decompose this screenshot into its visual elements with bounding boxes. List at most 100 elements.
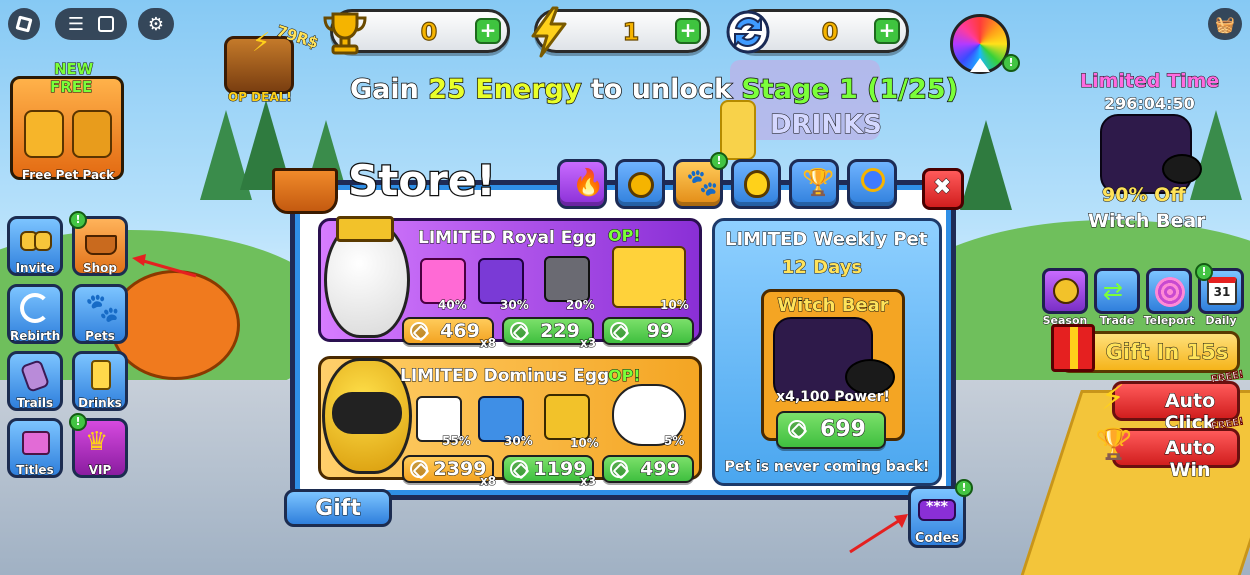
shop-notification-badge: ! xyxy=(69,211,87,229)
gift-button-label: Gift xyxy=(315,496,362,522)
codes-label: Codes xyxy=(914,531,960,547)
pets-button[interactable]: 🐾 Pets xyxy=(72,284,128,344)
invite-button[interactable]: Invite xyxy=(7,216,63,276)
store-close-button[interactable]: ✖ xyxy=(922,168,964,210)
backpack-button[interactable]: 🧺 xyxy=(1208,8,1242,40)
op-deal-label: OP DEAL! xyxy=(228,90,293,105)
invite-label: Invite xyxy=(15,261,55,276)
dominus-pet-3-chance: 10% xyxy=(570,436,600,451)
store-title: Store! xyxy=(347,155,497,207)
red-arrow-shop xyxy=(132,254,197,278)
auto-click-button[interactable]: ⚡ Auto Click FREE! xyxy=(1101,369,1245,435)
dominus-pet-2-chance: 30% xyxy=(504,434,534,449)
trophies-counter: 0 + xyxy=(323,9,510,55)
objective-middle: to unlock xyxy=(581,73,742,106)
rebirth-button[interactable]: Rebirth xyxy=(7,284,63,344)
calendar-day: 31 xyxy=(1213,285,1231,299)
add-trophies-button[interactable]: + xyxy=(475,18,501,44)
dominus-egg-price-x1[interactable]: 499 xyxy=(602,455,694,483)
paw-tab[interactable]: 🐾! xyxy=(673,152,728,209)
daily-label: Daily xyxy=(1205,314,1237,328)
ribbon-tab[interactable] xyxy=(847,159,897,209)
codes-notification-badge: ! xyxy=(955,479,973,497)
royal-egg-mult-x8: x8 xyxy=(479,336,497,351)
teleport-label: Teleport xyxy=(1143,314,1195,328)
weekly-pet-price-button[interactable]: 699 xyxy=(776,411,886,449)
gift-box-icon xyxy=(1051,324,1095,372)
trophy-tab[interactable]: 🏆 xyxy=(789,159,839,209)
objective-banner: Gain 25 Energy to unlock Stage 1 (1/25) xyxy=(349,73,959,106)
dominus-pet-1-chance: 55% xyxy=(442,434,472,449)
lightning-icon: ⚡ xyxy=(252,28,271,58)
add-rebirths-button[interactable]: + xyxy=(874,18,900,44)
dominus-egg-mask-icon xyxy=(332,392,402,434)
hamburger-menu-icon[interactable]: ☰ xyxy=(68,14,84,35)
royal-egg-op-label: OP! xyxy=(608,226,642,246)
store-basket-icon xyxy=(272,168,338,214)
red-arrow-codes xyxy=(849,514,908,554)
free-pet-pack-button[interactable]: NEW FREE Free Pet Pack xyxy=(10,60,124,186)
royal-pet-3 xyxy=(544,256,590,302)
energy-value: 1 xyxy=(622,17,640,46)
trails-button[interactable]: Trails xyxy=(7,351,63,411)
royal-egg-title: LIMITED Royal Egg xyxy=(418,228,598,249)
pets-label: Pets xyxy=(85,329,116,344)
fire-tab[interactable]: 🔥 xyxy=(557,159,607,209)
dominus-egg-title: LIMITED Dominus Egg xyxy=(399,366,610,387)
rebirth-icon xyxy=(20,293,52,325)
rebirths-value: 0 xyxy=(821,17,839,46)
invite-icon xyxy=(20,225,52,257)
daily-button[interactable]: 31 Daily ! xyxy=(1195,263,1244,328)
royal-pet-1-chance: 40% xyxy=(438,298,468,313)
gift-timer-button[interactable]: Gift In 15s xyxy=(1051,324,1240,373)
color-wheel-button[interactable]: ! xyxy=(950,14,1020,76)
trade-button[interactable]: ⇄ Trade xyxy=(1094,268,1140,328)
ribbon-tab-icon xyxy=(861,168,885,192)
weekly-pet-footer: Pet is never coming back! xyxy=(724,459,930,476)
royal-egg-price-x1-value: 99 xyxy=(646,320,674,343)
drinks-label: Drinks xyxy=(78,396,123,411)
weekly-pet-name: Witch Bear xyxy=(777,295,889,317)
crown-icon: ♛ xyxy=(85,427,109,457)
potion-tab[interactable] xyxy=(731,159,781,209)
notification-badge: ! xyxy=(1002,54,1020,72)
trophy-icon: 🏆 xyxy=(1095,427,1133,462)
shop-button[interactable]: Shop ! xyxy=(69,211,128,276)
settings-button[interactable]: ⚙ xyxy=(138,8,174,40)
pet-face-icon xyxy=(72,110,112,158)
auto-win-button[interactable]: 🏆 Auto Win FREE! xyxy=(1095,416,1245,482)
potion-tab-icon xyxy=(744,170,770,198)
trails-label: Trails xyxy=(16,396,54,411)
gift-button[interactable]: Gift xyxy=(284,489,392,527)
vip-button[interactable]: ♛ VIP ! xyxy=(69,413,128,478)
energy-lightning-icon xyxy=(523,6,575,58)
roblox-menu-button[interactable] xyxy=(8,8,40,40)
pet-face-icon xyxy=(24,110,64,158)
dominus-pet-3 xyxy=(544,394,590,440)
royal-egg-crown-icon xyxy=(336,216,394,242)
drinks-button[interactable]: Drinks xyxy=(72,351,128,411)
free-label: FREE xyxy=(49,78,93,97)
vip-notification-badge: ! xyxy=(69,413,87,431)
chat-icon[interactable] xyxy=(98,16,115,32)
teleport-button[interactable]: Teleport xyxy=(1143,268,1195,328)
op-deal-chest[interactable]: ⚡ 79R$ OP DEAL! xyxy=(222,21,321,106)
robux-tab[interactable] xyxy=(615,159,665,209)
season-button[interactable]: Season xyxy=(1042,268,1088,328)
auto-win-label: Auto Win xyxy=(1164,437,1216,482)
trade-label: Trade xyxy=(1099,314,1135,328)
paw-tab-badge: ! xyxy=(710,152,728,170)
offer-discount: 90% Off xyxy=(1102,184,1187,207)
rebirths-counter: 0 + xyxy=(726,9,909,54)
royal-egg-price-x1[interactable]: 99 xyxy=(602,317,694,345)
robux-icon xyxy=(510,322,528,340)
codes-button[interactable]: *** Codes ! xyxy=(908,479,973,548)
lightning-icon: ⚡ xyxy=(1101,378,1125,418)
limited-time-timer: 296:04:50 xyxy=(1104,94,1196,114)
titles-button[interactable]: Titles xyxy=(7,418,63,478)
add-energy-button[interactable]: + xyxy=(675,18,701,44)
titles-icon xyxy=(20,427,52,459)
up-arrow-icon xyxy=(970,58,990,72)
limited-time-label: Limited Time xyxy=(1079,70,1220,93)
new-label: NEW xyxy=(53,60,94,79)
